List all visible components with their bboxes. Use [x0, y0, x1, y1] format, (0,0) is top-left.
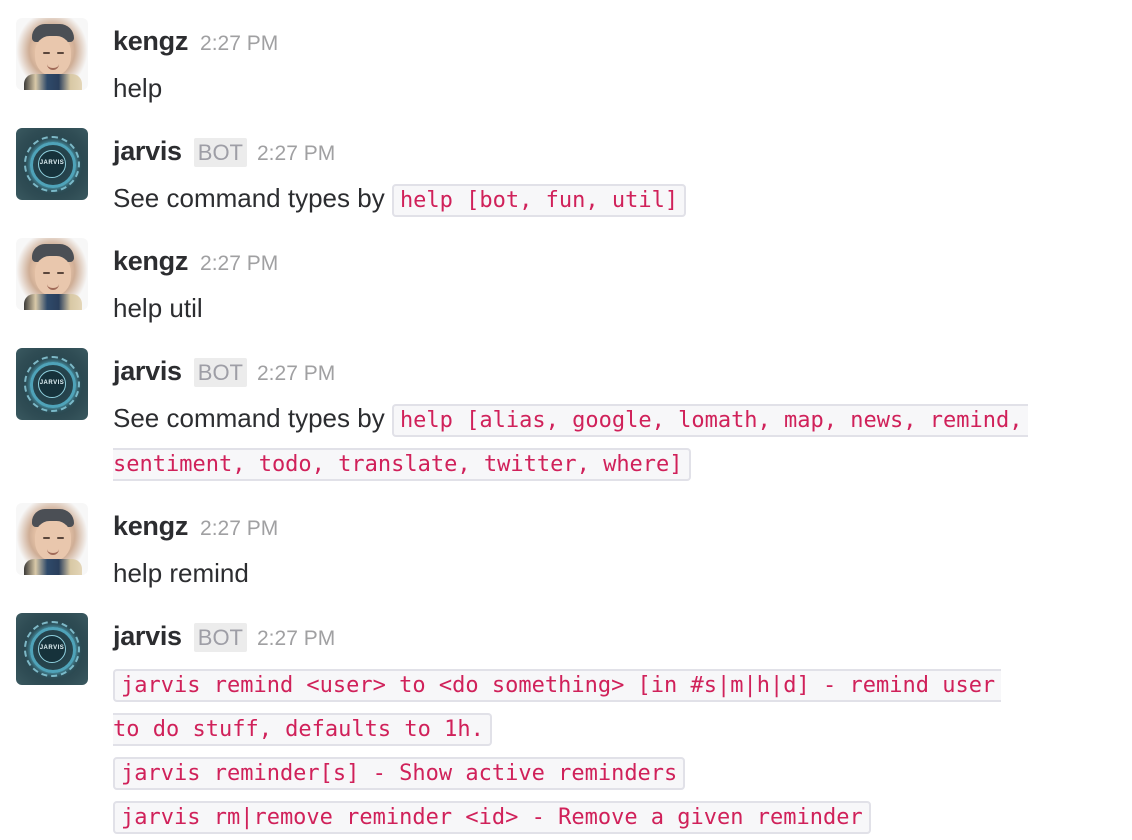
- inline-code: sentiment, todo, translate, twitter, whe…: [113, 448, 691, 481]
- user-avatar[interactable]: [16, 503, 88, 575]
- inline-code: help [bot, fun, util]: [391, 184, 687, 217]
- avatar-eye-shape: [43, 272, 50, 274]
- message-header: jarvis BOT 2:27 PM: [113, 136, 335, 170]
- avatar-eye-shape: [57, 52, 64, 54]
- avatar-eye-shape: [57, 537, 64, 539]
- message-header: kengz 2:27 PM: [113, 246, 278, 280]
- message-timestamp[interactable]: 2:27 PM: [200, 32, 278, 56]
- avatar-scarf-shape: [24, 74, 82, 90]
- bot-avatar[interactable]: JARVIS: [16, 348, 88, 420]
- bot-badge: BOT: [193, 138, 247, 167]
- inline-code: help [alias, google, lomath, map, news, …: [391, 404, 1029, 437]
- message-timestamp[interactable]: 2:27 PM: [200, 252, 278, 276]
- bot-badge: BOT: [193, 358, 247, 387]
- message-body: help remind: [113, 551, 1113, 595]
- message-text: See command types by: [113, 403, 385, 433]
- avatar-label: JARVIS: [39, 645, 65, 651]
- message-text: help util: [113, 293, 203, 323]
- bot-avatar[interactable]: JARVIS: [16, 613, 88, 685]
- inline-code: jarvis remind <user> to <do something> […: [113, 669, 1002, 702]
- message-header: jarvis BOT 2:27 PM: [113, 621, 335, 655]
- inline-code: jarvis reminder[s] - Show active reminde…: [113, 757, 686, 790]
- message-line: See command types by help [alias, google…: [113, 396, 1113, 440]
- message-timestamp[interactable]: 2:27 PM: [200, 517, 278, 541]
- user-avatar[interactable]: [16, 238, 88, 310]
- sender-name[interactable]: kengz: [113, 511, 188, 542]
- message-header: jarvis BOT 2:27 PM: [113, 356, 335, 390]
- message-text: See command types by: [113, 183, 385, 213]
- message-header: kengz 2:27 PM: [113, 26, 278, 60]
- message-body: See command types by help [bot, fun, uti…: [113, 176, 1113, 223]
- message-line: sentiment, todo, translate, twitter, whe…: [113, 440, 1113, 484]
- bot-avatar[interactable]: JARVIS: [16, 128, 88, 200]
- inline-code: jarvis rm|remove reminder <id> - Remove …: [113, 801, 871, 834]
- sender-name[interactable]: jarvis: [113, 356, 182, 387]
- message-timestamp[interactable]: 2:27 PM: [257, 362, 335, 386]
- sender-name[interactable]: jarvis: [113, 136, 182, 167]
- avatar-label: JARVIS: [39, 160, 65, 166]
- sender-name[interactable]: kengz: [113, 26, 188, 57]
- command-line: to do stuff, defaults to 1h.: [113, 705, 1113, 749]
- avatar-label: JARVIS: [39, 380, 65, 386]
- avatar-eye-shape: [57, 272, 64, 274]
- avatar-eye-shape: [43, 52, 50, 54]
- inline-code: to do stuff, defaults to 1h.: [113, 713, 492, 746]
- avatar-face-shape: [35, 36, 71, 76]
- message-body: help util: [113, 286, 1113, 330]
- avatar-eye-shape: [43, 537, 50, 539]
- avatar-scarf-shape: [24, 294, 82, 310]
- message-body: jarvis remind <user> to <do something> […: [113, 661, 1113, 837]
- message-timestamp[interactable]: 2:27 PM: [257, 142, 335, 166]
- user-avatar[interactable]: [16, 18, 88, 90]
- avatar-scarf-shape: [24, 559, 82, 575]
- message-timestamp[interactable]: 2:27 PM: [257, 627, 335, 651]
- command-line: jarvis remind <user> to <do something> […: [113, 661, 1113, 705]
- sender-name[interactable]: jarvis: [113, 621, 182, 652]
- message-text: help: [113, 73, 163, 103]
- message-body: See command types by help [alias, google…: [113, 396, 1113, 484]
- bot-badge: BOT: [193, 623, 247, 652]
- avatar-face-shape: [35, 256, 71, 296]
- avatar-face-shape: [35, 521, 71, 561]
- command-line: jarvis rm|remove reminder <id> - Remove …: [113, 793, 1113, 837]
- message-text: help remind: [113, 558, 249, 588]
- sender-name[interactable]: kengz: [113, 246, 188, 277]
- message-header: kengz 2:27 PM: [113, 511, 278, 545]
- message-body: help: [113, 66, 1113, 110]
- command-line: jarvis reminder[s] - Show active reminde…: [113, 749, 1113, 793]
